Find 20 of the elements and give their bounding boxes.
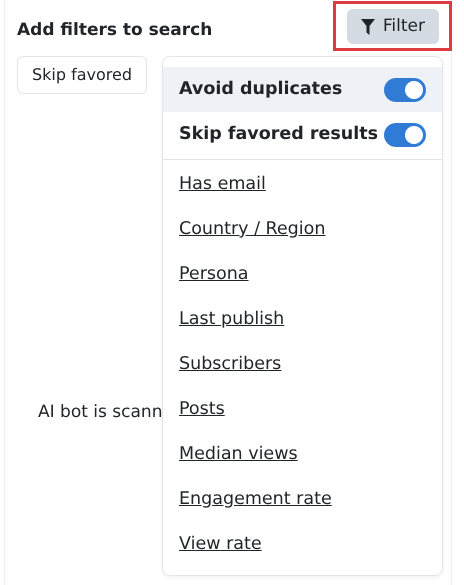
dropdown-item[interactable]: View rate [163, 522, 442, 567]
dropdown-item[interactable]: Median views [163, 432, 442, 477]
dropdown-item[interactable]: Subscribers [163, 342, 442, 387]
filter-chip[interactable]: Skip favored [17, 56, 148, 94]
toggle-row[interactable]: Skip favored results [163, 112, 442, 157]
dropdown-item[interactable]: Engagement rate [163, 477, 442, 522]
funnel-icon [360, 18, 375, 34]
toggle-switch[interactable] [384, 122, 426, 146]
toggle-label: Avoid duplicates [179, 78, 342, 102]
status-text: AI bot is scann [38, 401, 162, 424]
dropdown-item[interactable]: Has email [163, 162, 442, 207]
dropdown-item[interactable]: Posts [163, 387, 442, 432]
dropdown-item[interactable]: Country / Region [163, 207, 442, 252]
toggle-row[interactable]: Avoid duplicates [163, 67, 442, 112]
toggle-label: Skip favored results [179, 123, 378, 146]
dropdown-item[interactable]: Persona [163, 252, 442, 297]
section-title: Add filters to search [17, 20, 212, 40]
dropdown-item[interactable]: Last publish [163, 297, 442, 342]
toggle-switch[interactable] [384, 78, 426, 102]
filter-button[interactable]: Filter [346, 8, 439, 44]
